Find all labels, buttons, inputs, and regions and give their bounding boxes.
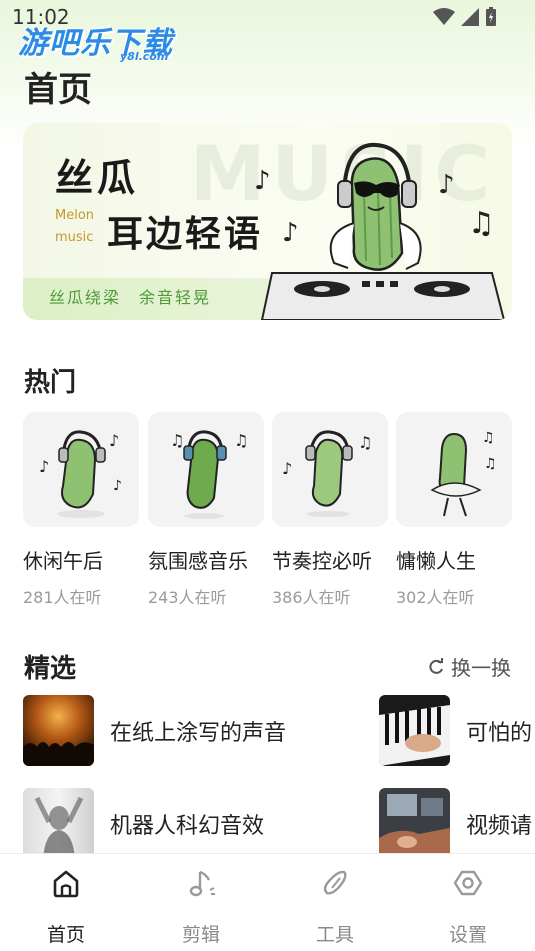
battery-icon xyxy=(486,7,496,26)
featured-item-label: 可怕的 xyxy=(466,720,533,746)
banner-english-text: Melon music xyxy=(55,205,94,249)
refresh-button[interactable]: 换一换 xyxy=(427,652,511,681)
wifi-icon xyxy=(433,8,455,25)
banner-title-line2: 耳边轻语 xyxy=(107,214,264,255)
hot-card-thumbnail: ♫ ♫ xyxy=(148,412,264,527)
hot-section-title: 热门 xyxy=(24,368,77,398)
svg-text:♪: ♪ xyxy=(438,170,455,200)
svg-text:♪: ♪ xyxy=(282,459,292,478)
hot-card-name: 氛围感音乐 xyxy=(148,549,248,573)
concert-photo-thumbnail xyxy=(23,695,94,766)
svg-text:♫: ♫ xyxy=(170,431,184,450)
signal-icon xyxy=(461,8,479,26)
svg-text:♫: ♫ xyxy=(234,431,248,450)
dancing-cucumber-image: ♪ ♫ xyxy=(282,430,372,517)
hot-card[interactable]: ♫ ♫ 氛围感音乐 243人在听 xyxy=(148,412,264,608)
featured-item[interactable]: 机器人科幻音效 xyxy=(23,788,264,859)
svg-text:♪: ♪ xyxy=(113,478,122,494)
hot-card-name: 节奏控必听 xyxy=(272,549,372,573)
featured-section-title: 精选 xyxy=(24,654,77,684)
ballet-cucumber-image: ♫ ♫ xyxy=(430,430,497,517)
settings-icon xyxy=(453,870,483,896)
site-watermark-url: y8l.com xyxy=(120,50,169,63)
home-icon xyxy=(53,870,79,898)
featured-item[interactable]: 在纸上涂写的声音 xyxy=(23,695,286,766)
featured-item-label: 在纸上涂写的声音 xyxy=(110,720,287,746)
banner-title-line1: 丝瓜 xyxy=(55,156,140,200)
banner-en-line1: Melon xyxy=(55,208,95,223)
nav-label: 首页 xyxy=(46,924,85,946)
studio-photo-thumbnail xyxy=(379,788,450,859)
svg-text:♫: ♫ xyxy=(468,206,495,241)
nav-item-tools[interactable]: 工具 xyxy=(295,866,375,947)
status-icons xyxy=(433,7,497,27)
piano-photo-thumbnail xyxy=(379,695,450,766)
nav-label: 设置 xyxy=(448,924,487,946)
nav-item-settings[interactable]: 设置 xyxy=(428,866,508,947)
banner-slogan: 丝瓜绕梁 余音轻晃 xyxy=(49,288,212,307)
featured-item-label: 视频请 xyxy=(466,813,533,839)
refresh-icon xyxy=(429,657,443,674)
svg-text:♪: ♪ xyxy=(39,457,49,476)
hot-card-name: 慵懒人生 xyxy=(396,549,476,573)
dj-cucumber-illustration: ♪ ♪ ♪ ♫ xyxy=(254,142,506,320)
svg-text:♫: ♫ xyxy=(482,430,495,446)
hot-card-listener-count: 243人在听 xyxy=(148,588,227,607)
hot-card-thumbnail: ♫ ♫ xyxy=(396,412,512,527)
nav-item-home[interactable]: 首页 xyxy=(26,866,106,947)
hot-card-thumbnail: ♪ ♪ ♪ xyxy=(23,412,139,527)
banner-carousel[interactable]: MUSIC 丝瓜 Melon music 耳边轻语 丝瓜绕梁 余音轻晃 ♪ ♪ … xyxy=(23,123,512,320)
tools-icon xyxy=(323,870,347,895)
hot-card-name: 休闲午后 xyxy=(23,549,103,573)
nav-label: 剪辑 xyxy=(181,924,220,946)
bottom-navigation: 首页 剪辑 工具 设置 xyxy=(0,853,535,951)
hot-card-listener-count: 386人在听 xyxy=(272,588,351,607)
hot-card[interactable]: ♪ ♪ ♪ 休闲午后 281人在听 xyxy=(23,412,139,608)
silhouette-photo-thumbnail xyxy=(23,788,94,859)
svg-text:♪: ♪ xyxy=(109,431,119,450)
music-note-icon xyxy=(189,870,215,897)
hot-card[interactable]: ♪ ♫ 节奏控必听 386人在听 xyxy=(272,412,388,608)
refresh-label: 换一换 xyxy=(451,656,511,680)
hot-card-thumbnail: ♪ ♫ xyxy=(272,412,388,527)
featured-item[interactable]: 视频请 xyxy=(379,788,532,859)
dancing-cucumber-image: ♫ ♫ xyxy=(170,430,248,519)
svg-text:♪: ♪ xyxy=(254,166,271,196)
page-title: 首页 xyxy=(24,70,92,110)
nav-item-edit[interactable]: 剪辑 xyxy=(161,866,241,947)
featured-item-label: 机器人科幻音效 xyxy=(110,813,265,839)
dancing-cucumber-image: ♪ ♪ ♪ xyxy=(39,430,122,518)
svg-text:♫: ♫ xyxy=(484,456,497,472)
hot-card-listener-count: 281人在听 xyxy=(23,588,102,607)
banner-en-line2: music xyxy=(55,230,94,245)
svg-text:♪: ♪ xyxy=(282,218,299,248)
nav-label: 工具 xyxy=(315,924,354,946)
hot-card[interactable]: ♫ ♫ 慵懒人生 302人在听 xyxy=(396,412,512,608)
svg-text:♫: ♫ xyxy=(358,433,372,452)
featured-item[interactable]: 可怕的 xyxy=(379,695,532,766)
hot-card-listener-count: 302人在听 xyxy=(396,588,475,607)
